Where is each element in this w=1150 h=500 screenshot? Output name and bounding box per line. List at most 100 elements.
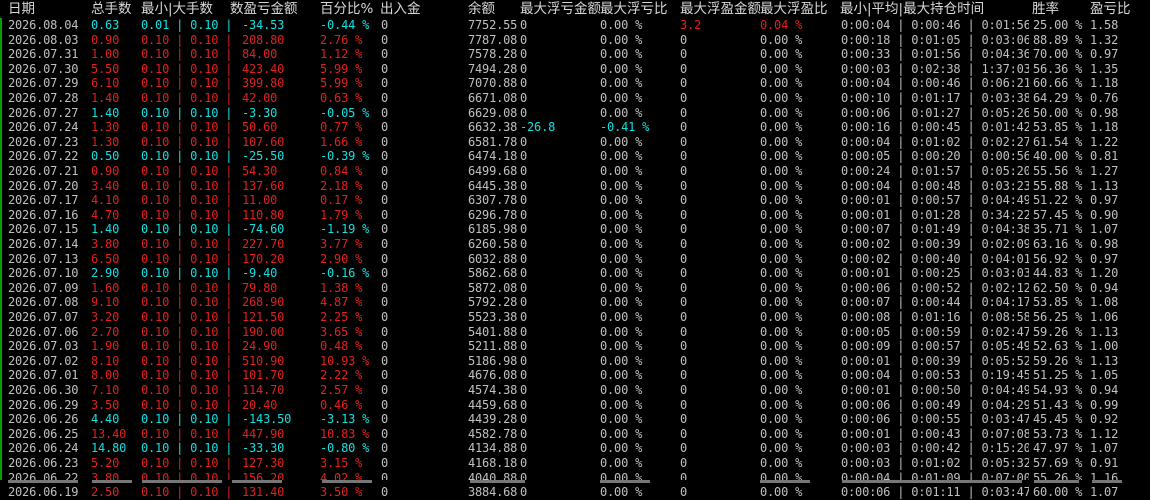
cell-balance: 5211.88: [468, 339, 518, 354]
cell-balance: 6671.08: [468, 91, 518, 105]
col-header-hold-time[interactable]: 最小|平均|最大持仓时间: [840, 0, 1030, 18]
table-row[interactable]: 2026.07.28 1.40 0.10 | 0.10 | 14 42.00 0.63 …: [0, 91, 1150, 106]
table-row[interactable]: 2026.07.13 6.50 0.10 | 0.10 | 65 170.20 2.90…: [0, 252, 1150, 267]
cell-balance: 6296.78: [468, 207, 518, 222]
cell-hold-time: 0:00:06 | 0:00:52 | 0:02:12: [841, 280, 1029, 295]
col-header-max-float-profit[interactable]: 最大浮盈金额: [680, 0, 760, 18]
cell-max-float-loss-pct: 0.00 %: [600, 193, 643, 208]
cell-minmax-lots: 0.10 | 0.10 | 32: [141, 310, 233, 324]
table-row[interactable]: 2026.07.07 3.20 0.10 | 0.10 | 32 121.50 2.25…: [0, 310, 1150, 325]
cell-max-float-profit: 0: [680, 485, 688, 500]
cell-pct: 2.90 %: [320, 251, 363, 266]
cell-minmax-lots: 0.10 | 0.10 | 81: [141, 353, 233, 368]
table-row[interactable]: 2026.07.29 6.10 0.10 | 0.10 | 61 399.80 5.99…: [0, 76, 1150, 91]
col-header-total-lots[interactable]: 总手数: [91, 0, 141, 18]
table-row[interactable]: 2026.07.01 8.00 0.10 | 0.10 | 80 101.70 2.22…: [0, 368, 1150, 383]
col-header-pct[interactable]: 百分比%: [320, 0, 382, 18]
table-row[interactable]: 2026.07.09 1.60 0.10 | 0.10 | 16 79.80 1.38 …: [0, 281, 1150, 296]
col-header-date[interactable]: 日期: [8, 0, 88, 18]
cell-date: 2026.07.08: [8, 295, 79, 310]
table-row[interactable]: 2026.06.24 14.80 0.10 | 0.10 | 148 -33.30 -0…: [0, 441, 1150, 456]
cell-pnl-amount: 170.20: [242, 251, 285, 266]
table-row[interactable]: 2026.06.23 5.20 0.10 | 0.10 | 52 127.30 3.15…: [0, 456, 1150, 471]
cell-total-lots: 6.10: [91, 76, 120, 91]
col-header-minmax-lots[interactable]: 最小|大手数: [141, 0, 241, 18]
cell-pnl-amount: 107.60: [242, 134, 285, 149]
cell-win-rate: 61.54 %: [1033, 134, 1083, 149]
cell-total-lots: 3.50: [91, 397, 120, 412]
cell-max-float-loss: 0: [520, 193, 528, 208]
partial-row-fragment: [842, 480, 1022, 483]
table-row[interactable]: 2026.06.29 3.50 0.10 | 0.10 | 35 20.40 0.46 …: [0, 398, 1150, 413]
table-row[interactable]: 2026.07.23 1.30 0.10 | 0.10 | 13 107.60 1.66…: [0, 135, 1150, 150]
table-row[interactable]: 2026.07.17 4.10 0.10 | 0.10 | 41 11.00 0.17 …: [0, 193, 1150, 208]
cell-max-float-loss-pct: 0.00 %: [600, 47, 643, 62]
table-row[interactable]: 2026.06.30 7.10 0.10 | 0.10 | 71 114.70 2.57…: [0, 383, 1150, 398]
partial-row-fragment: [322, 480, 372, 483]
cell-hold-time: 0:00:06 | 0:01:27 | 0:05:26: [841, 105, 1029, 120]
cell-max-float-loss: 0: [520, 47, 528, 62]
cell-pnl-amount: 11.00: [242, 193, 278, 208]
col-header-max-float-loss[interactable]: 最大浮亏金额: [520, 0, 600, 18]
cell-max-float-profit-pct: 0.00 %: [760, 485, 803, 500]
cell-win-rate: 62.50 %: [1033, 280, 1083, 295]
table-row[interactable]: 2026.07.03 1.90 0.10 | 0.10 | 19 24.90 0.48 …: [0, 339, 1150, 354]
table-row[interactable]: 2026.07.31 1.00 0.10 | 0.10 | 10 84.00 1.12 …: [0, 47, 1150, 62]
cell-win-rate: 52.63 %: [1033, 339, 1083, 354]
table-row[interactable]: 2026.06.26 4.40 0.10 | 0.10 | 44 -143.50 -3.…: [0, 412, 1150, 427]
col-header-pnl-amount[interactable]: 数盈亏金额: [230, 0, 320, 18]
cell-date: 2026.07.20: [8, 178, 79, 193]
table-row[interactable]: 2026.07.30 5.50 0.10 | 0.10 | 55 423.40 5.99…: [0, 62, 1150, 77]
table-row[interactable]: 2026.07.10 2.90 0.10 | 0.10 | 29 -9.40 -0.16…: [0, 266, 1150, 281]
cell-max-float-profit: 0: [680, 61, 688, 76]
col-header-max-float-profit-pct[interactable]: 最大浮盈比: [760, 0, 840, 18]
cell-pnl-amount: 24.90: [242, 339, 278, 354]
table-row[interactable]: 2026.07.14 3.80 0.10 | 0.10 | 38 227.70 3.77…: [0, 237, 1150, 252]
cell-date: 2026.07.21: [8, 164, 79, 178]
cell-hold-time: 0:00:03 | 0:00:42 | 0:15:20: [841, 441, 1029, 456]
cell-max-float-loss-pct: 0.00 %: [600, 280, 643, 295]
table-row[interactable]: 2026.08.03 0.90 0.10 | 0.10 | 9 208.80 2.76 …: [0, 33, 1150, 48]
col-header-inout[interactable]: 出入金: [380, 0, 440, 18]
table-row[interactable]: 2026.07.24 1.30 0.10 | 0.10 | 13 50.60 0.77 …: [0, 120, 1150, 135]
cell-pnl-amount: 50.60: [242, 120, 278, 135]
table-row[interactable]: 2026.07.27 1.40 0.10 | 0.10 | 14 -3.30 -0.05…: [0, 106, 1150, 121]
cell-max-float-loss-pct: 0.00 %: [600, 426, 643, 441]
table-row[interactable]: 2026.07.16 4.70 0.10 | 0.10 | 47 110.80 1.79…: [0, 208, 1150, 223]
col-header-win-rate[interactable]: 胜率: [1032, 0, 1087, 18]
table-row[interactable]: 2026.07.08 9.10 0.10 | 0.10 | 91 268.90 4.87…: [0, 295, 1150, 310]
cell-balance: 6581.78: [468, 134, 518, 149]
cell-inout: 0: [381, 120, 389, 135]
cell-minmax-lots: 0.10 | 0.10 | 14: [141, 105, 233, 120]
cell-balance: 6499.68: [468, 164, 518, 178]
cell-max-float-profit-pct: 0.00 %: [760, 295, 803, 310]
cell-max-float-loss: 0: [520, 61, 528, 76]
col-header-pl-ratio[interactable]: 盈亏比: [1090, 0, 1148, 18]
table-row[interactable]: 2026.07.21 0.90 0.10 | 0.10 | 9 54.30 0.84 %…: [0, 164, 1150, 179]
cell-win-rate: 51.43 %: [1033, 397, 1083, 412]
table-row[interactable]: 2026.07.02 8.10 0.10 | 0.10 | 81 510.90 10.9…: [0, 354, 1150, 369]
table-row[interactable]: 2026.07.15 1.40 0.10 | 0.10 | 14 -74.60 -1.1…: [0, 222, 1150, 237]
cell-hold-time: 0:00:04 | 0:00:46 | 0:01:56: [841, 18, 1029, 32]
cell-inout: 0: [381, 485, 389, 500]
cell-pct: 5.99 %: [320, 61, 363, 76]
table-row[interactable]: 2026.07.06 2.70 0.10 | 0.10 | 27 190.00 3.65…: [0, 325, 1150, 340]
cell-balance: 5792.28: [468, 295, 518, 310]
col-header-max-float-loss-pct[interactable]: 最大浮亏比: [600, 0, 680, 18]
cell-total-lots: 0.50: [91, 149, 120, 164]
table-row[interactable]: 2026.07.20 3.40 0.10 | 0.10 | 34 137.60 2.18…: [0, 179, 1150, 194]
table-row[interactable]: 2026.06.19 2.50 0.10 | 0.10 | 25 131.40 3.50…: [0, 485, 1150, 500]
cell-max-float-profit-pct: 0.00 %: [760, 441, 803, 456]
cell-date: 2026.06.23: [8, 456, 79, 470]
cell-inout: 0: [381, 383, 389, 397]
col-header-balance[interactable]: 余额: [468, 0, 520, 18]
table-row[interactable]: 2026.06.25 13.40 0.10 | 0.10 | 134 447.90 10…: [0, 427, 1150, 442]
table-row[interactable]: 2026.08.04 0.63 0.01 | 0.10 | 8 -34.53 -0.44…: [0, 18, 1150, 33]
cell-win-rate: 56.92 %: [1033, 251, 1083, 266]
table-row[interactable]: 2026.07.22 0.50 0.10 | 0.10 | 5 -25.50 -0.39…: [0, 149, 1150, 164]
cell-max-float-profit: 0: [680, 383, 688, 397]
cell-max-float-profit: 0: [680, 91, 688, 105]
cell-total-lots: 9.10: [91, 295, 120, 310]
cell-max-float-loss: 0: [520, 251, 528, 266]
cell-max-float-profit-pct: 0.00 %: [760, 120, 803, 135]
